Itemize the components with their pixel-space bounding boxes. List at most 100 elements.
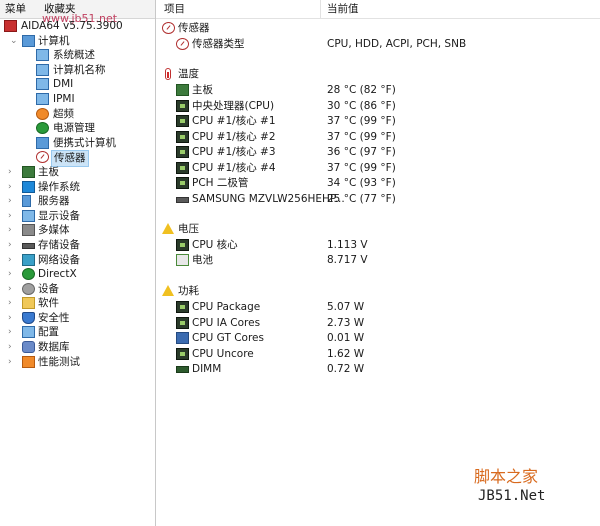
- cpu-chip-icon: [176, 316, 189, 329]
- group-power[interactable]: 功耗: [156, 284, 600, 299]
- table-row[interactable]: 电池 8.717 V: [156, 253, 600, 268]
- tree-item-display[interactable]: › 显示设备: [0, 209, 155, 224]
- tree-item-database[interactable]: › 数据库: [0, 340, 155, 355]
- warning-icon: [162, 223, 174, 234]
- table-row[interactable]: CPU GT Cores 0.01 W: [156, 331, 600, 346]
- cpu-chip-icon: [176, 99, 189, 112]
- table-row[interactable]: CPU 核心 1.113 V: [156, 238, 600, 253]
- gpu-icon: [176, 332, 189, 344]
- item-value: 30 °C (86 °F): [327, 99, 396, 112]
- item-value: 37 °C (99 °F): [327, 130, 396, 143]
- tree-item-power-management[interactable]: 电源管理: [0, 121, 155, 136]
- table-row[interactable]: CPU #1/核心 #1 37 °C (99 °F): [156, 114, 600, 129]
- item-label: 主板: [192, 84, 213, 96]
- tree-item-server[interactable]: › 服务器: [0, 194, 155, 209]
- tree-item-label: 安全性: [38, 311, 70, 324]
- table-row[interactable]: CPU #1/核心 #3 36 °C (97 °F): [156, 145, 600, 160]
- tree-item-label: 存储设备: [38, 238, 80, 251]
- column-header: 项目 当前值: [156, 0, 600, 19]
- computer-icon: [22, 34, 35, 47]
- tree-item-computer[interactable]: ⌄ 计算机: [0, 34, 155, 49]
- tree-item-app[interactable]: AIDA64 v5.75.3900: [0, 19, 155, 34]
- tree-item-sensor[interactable]: 传感器: [0, 150, 155, 167]
- chevron-right-icon[interactable]: ›: [8, 355, 16, 370]
- group-voltage[interactable]: 电压: [156, 222, 600, 237]
- tree-item-label: DirectX: [38, 268, 77, 281]
- tree-item-benchmark[interactable]: › 性能测试: [0, 355, 155, 370]
- tree-item-config[interactable]: › 配置: [0, 325, 155, 340]
- tree-item-directx[interactable]: › DirectX: [0, 267, 155, 282]
- table-row[interactable]: SAMSUNG MZVLW256HEHP... 25 °C (77 °F): [156, 192, 600, 207]
- tree-item-label: 网络设备: [38, 253, 80, 266]
- tree-item-label: 电源管理: [53, 122, 95, 135]
- table-row[interactable]: 中央处理器(CPU) 30 °C (86 °F): [156, 99, 600, 114]
- table-row[interactable]: CPU #1/核心 #2 37 °C (99 °F): [156, 130, 600, 145]
- table-row[interactable]: 主板 28 °C (82 °F): [156, 83, 600, 98]
- chevron-right-icon[interactable]: ›: [8, 282, 16, 297]
- group-title: 功耗: [178, 285, 199, 297]
- item-label: CPU Uncore: [192, 347, 254, 360]
- table-row[interactable]: CPU Package 5.07 W: [156, 300, 600, 315]
- tree-item-computer-name[interactable]: 计算机名称: [0, 63, 155, 78]
- table-row[interactable]: PCH 二极管 34 °C (93 °F): [156, 176, 600, 191]
- navigation-tree: AIDA64 v5.75.3900 ⌄ 计算机 系统概述 计算机名称 DMI I…: [0, 19, 155, 369]
- cpu-chip-icon: [176, 347, 189, 360]
- tree-item-network[interactable]: › 网络设备: [0, 253, 155, 268]
- table-row[interactable]: CPU #1/核心 #4 37 °C (99 °F): [156, 161, 600, 176]
- tree-item-security[interactable]: › 安全性: [0, 311, 155, 326]
- cpu-chip-icon: [176, 130, 189, 143]
- tree-item-os[interactable]: › 操作系统: [0, 180, 155, 195]
- tree-item-system-summary[interactable]: 系统概述: [0, 48, 155, 63]
- detail-pane: 项目 当前值 传感器 传感器类型 CPU, HDD, ACPI, PCH, SN…: [156, 0, 600, 526]
- item-value: 1.62 W: [327, 347, 365, 360]
- monitor-icon: [36, 92, 49, 105]
- tree-item-ipmi[interactable]: IPMI: [0, 92, 155, 107]
- tree-item-motherboard[interactable]: › 主板: [0, 165, 155, 180]
- tree-item-label: 便携式计算机: [53, 136, 116, 149]
- item-label: CPU #1/核心 #1: [192, 115, 276, 127]
- tree-item-overclock[interactable]: 超频: [0, 107, 155, 122]
- chevron-right-icon[interactable]: ›: [8, 209, 16, 224]
- column-divider[interactable]: [320, 0, 321, 18]
- tree-item-label: DMI: [53, 78, 74, 91]
- group-title: 温度: [178, 68, 199, 80]
- chevron-right-icon[interactable]: ›: [8, 194, 16, 209]
- group-sensor[interactable]: 传感器: [156, 21, 600, 36]
- group-title: 传感器: [178, 22, 210, 34]
- tree-item-portable[interactable]: 便携式计算机: [0, 136, 155, 151]
- item-value: 1.113 V: [327, 238, 368, 251]
- chevron-right-icon[interactable]: ›: [8, 165, 16, 180]
- chevron-down-icon[interactable]: ⌄: [10, 34, 18, 49]
- tree-item-devices[interactable]: › 设备: [0, 282, 155, 297]
- chevron-right-icon[interactable]: ›: [8, 223, 16, 238]
- tab-menu[interactable]: 菜单: [5, 2, 26, 17]
- column-header-item[interactable]: 项目: [164, 0, 185, 18]
- chevron-right-icon[interactable]: ›: [8, 267, 16, 282]
- chevron-right-icon[interactable]: ›: [8, 180, 16, 195]
- chevron-right-icon[interactable]: ›: [8, 253, 16, 268]
- shield-icon: [22, 311, 35, 324]
- chevron-right-icon[interactable]: ›: [8, 325, 16, 340]
- group-title: 电压: [178, 223, 199, 235]
- chevron-right-icon[interactable]: ›: [8, 296, 16, 311]
- column-header-value[interactable]: 当前值: [327, 0, 359, 18]
- table-row[interactable]: CPU IA Cores 2.73 W: [156, 316, 600, 331]
- tree-item-software[interactable]: › 软件: [0, 296, 155, 311]
- table-row[interactable]: 传感器类型 CPU, HDD, ACPI, PCH, SNB: [156, 37, 600, 52]
- power-icon: [36, 122, 49, 135]
- item-label: CPU #1/核心 #4: [192, 161, 276, 174]
- tree-item-dmi[interactable]: DMI: [0, 77, 155, 92]
- tree-item-storage[interactable]: › 存储设备: [0, 238, 155, 253]
- chevron-right-icon[interactable]: ›: [8, 340, 16, 355]
- table-row[interactable]: DIMM 0.72 W: [156, 362, 600, 377]
- tree-item-multimedia[interactable]: › 多媒体: [0, 223, 155, 238]
- chevron-right-icon[interactable]: ›: [8, 311, 16, 326]
- cpu-chip-icon: [176, 115, 189, 127]
- item-value: 34 °C (93 °F): [327, 177, 396, 189]
- chevron-right-icon[interactable]: ›: [8, 238, 16, 253]
- item-label: 传感器类型: [192, 38, 245, 50]
- table-row[interactable]: CPU Uncore 1.62 W: [156, 347, 600, 362]
- item-label: 中央处理器(CPU): [192, 99, 275, 112]
- group-temperature[interactable]: 温度: [156, 67, 600, 82]
- tree-item-label: 操作系统: [38, 180, 80, 193]
